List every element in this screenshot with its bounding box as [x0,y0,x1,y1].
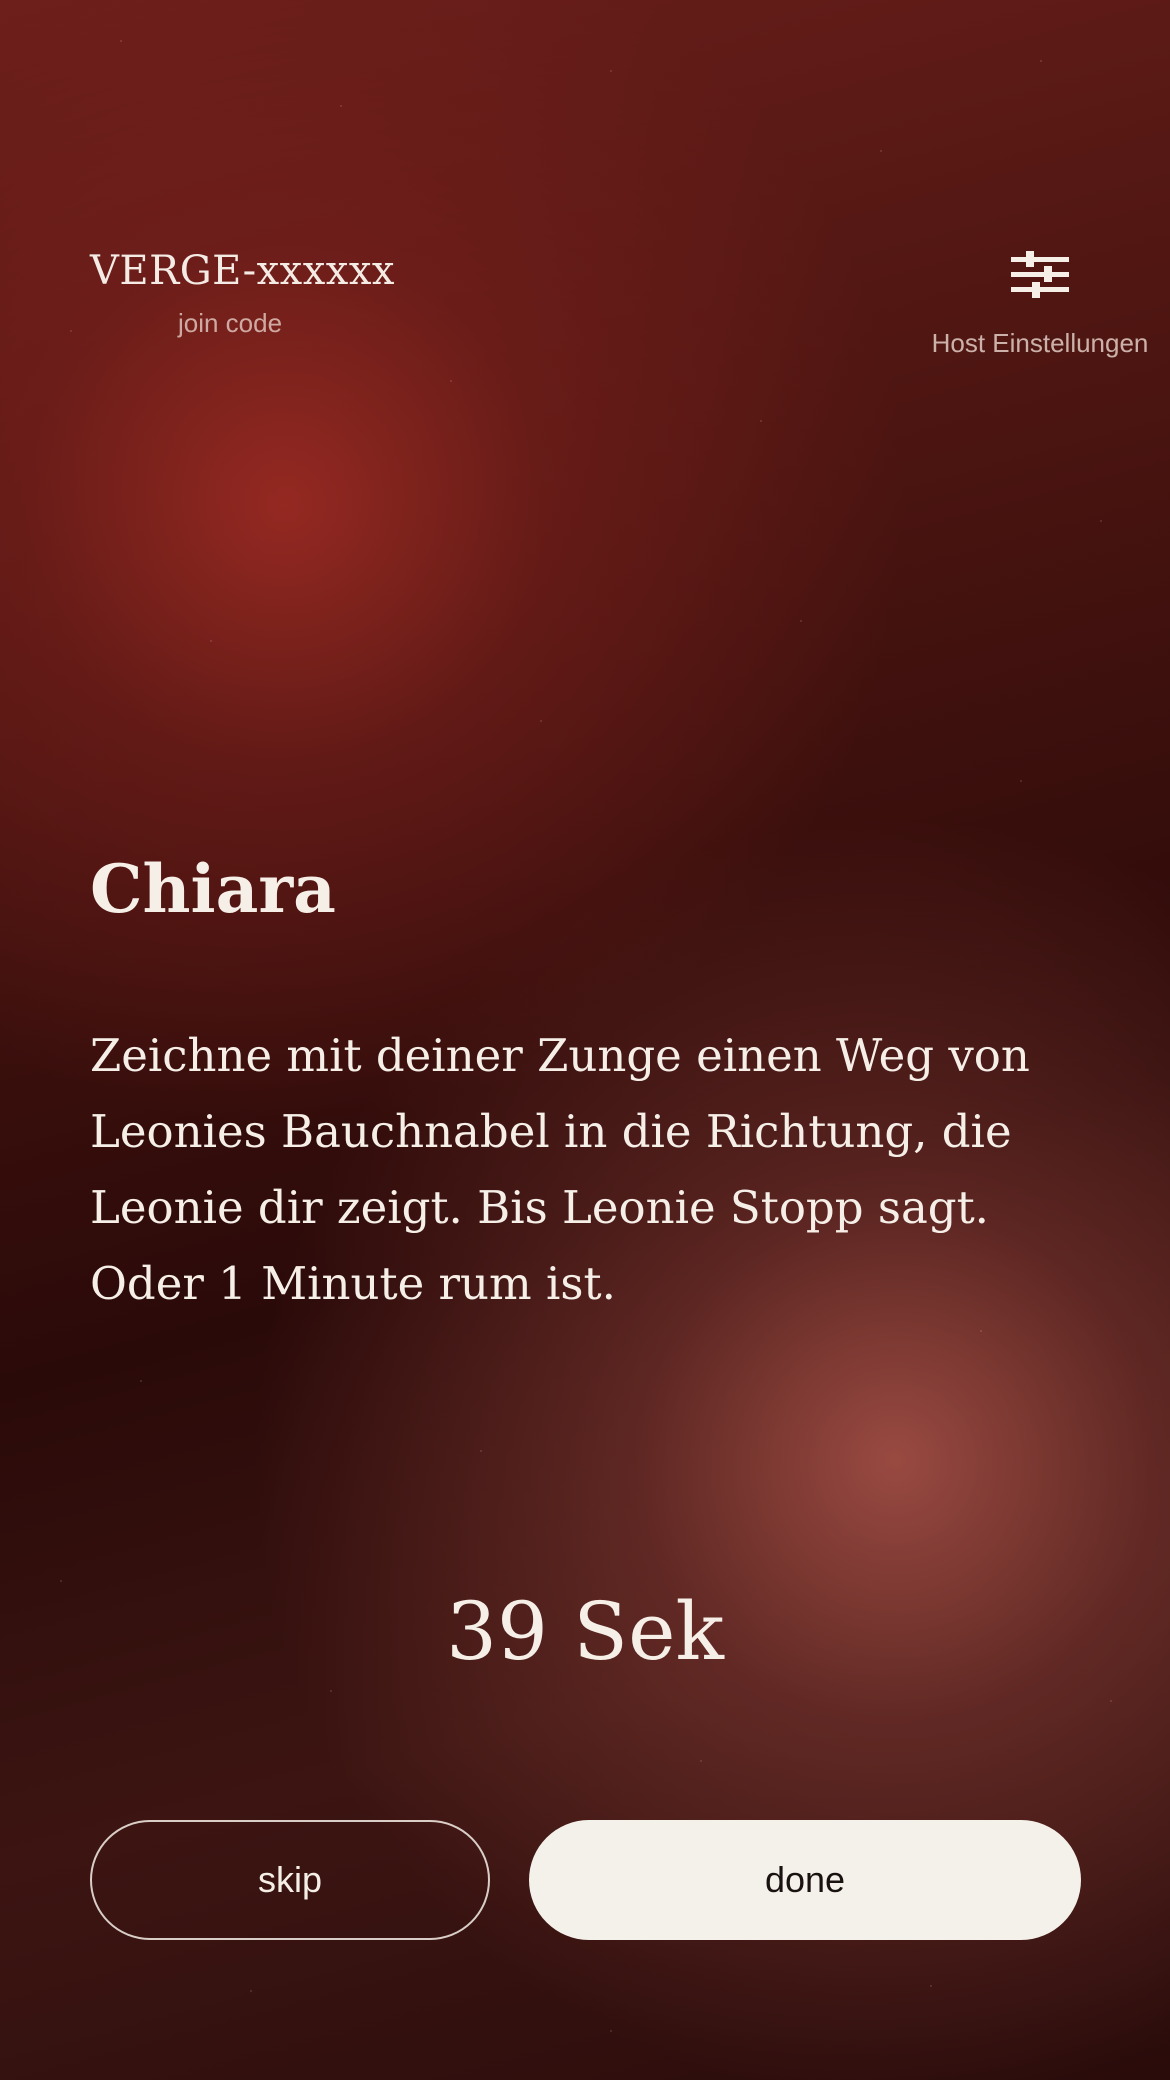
countdown-timer: 39 Sek [446,1585,724,1678]
join-code-label: join code [177,308,283,338]
skip-button[interactable]: skip [90,1820,490,1940]
host-settings-label: Host Einstellungen [931,328,1149,358]
host-settings-button[interactable]: Host Einstellungen [920,250,1160,360]
task-text: Zeichne mit deiner Zunge einen Weg von L… [90,1029,1030,1310]
join-code: VERGE-xxxxxx [90,248,395,294]
sliders-icon [1011,251,1069,298]
player-name: Chiara [90,850,336,928]
done-button[interactable]: done [529,1820,1081,1940]
join-code-block: VERGE-xxxxxx join code [90,248,395,339]
